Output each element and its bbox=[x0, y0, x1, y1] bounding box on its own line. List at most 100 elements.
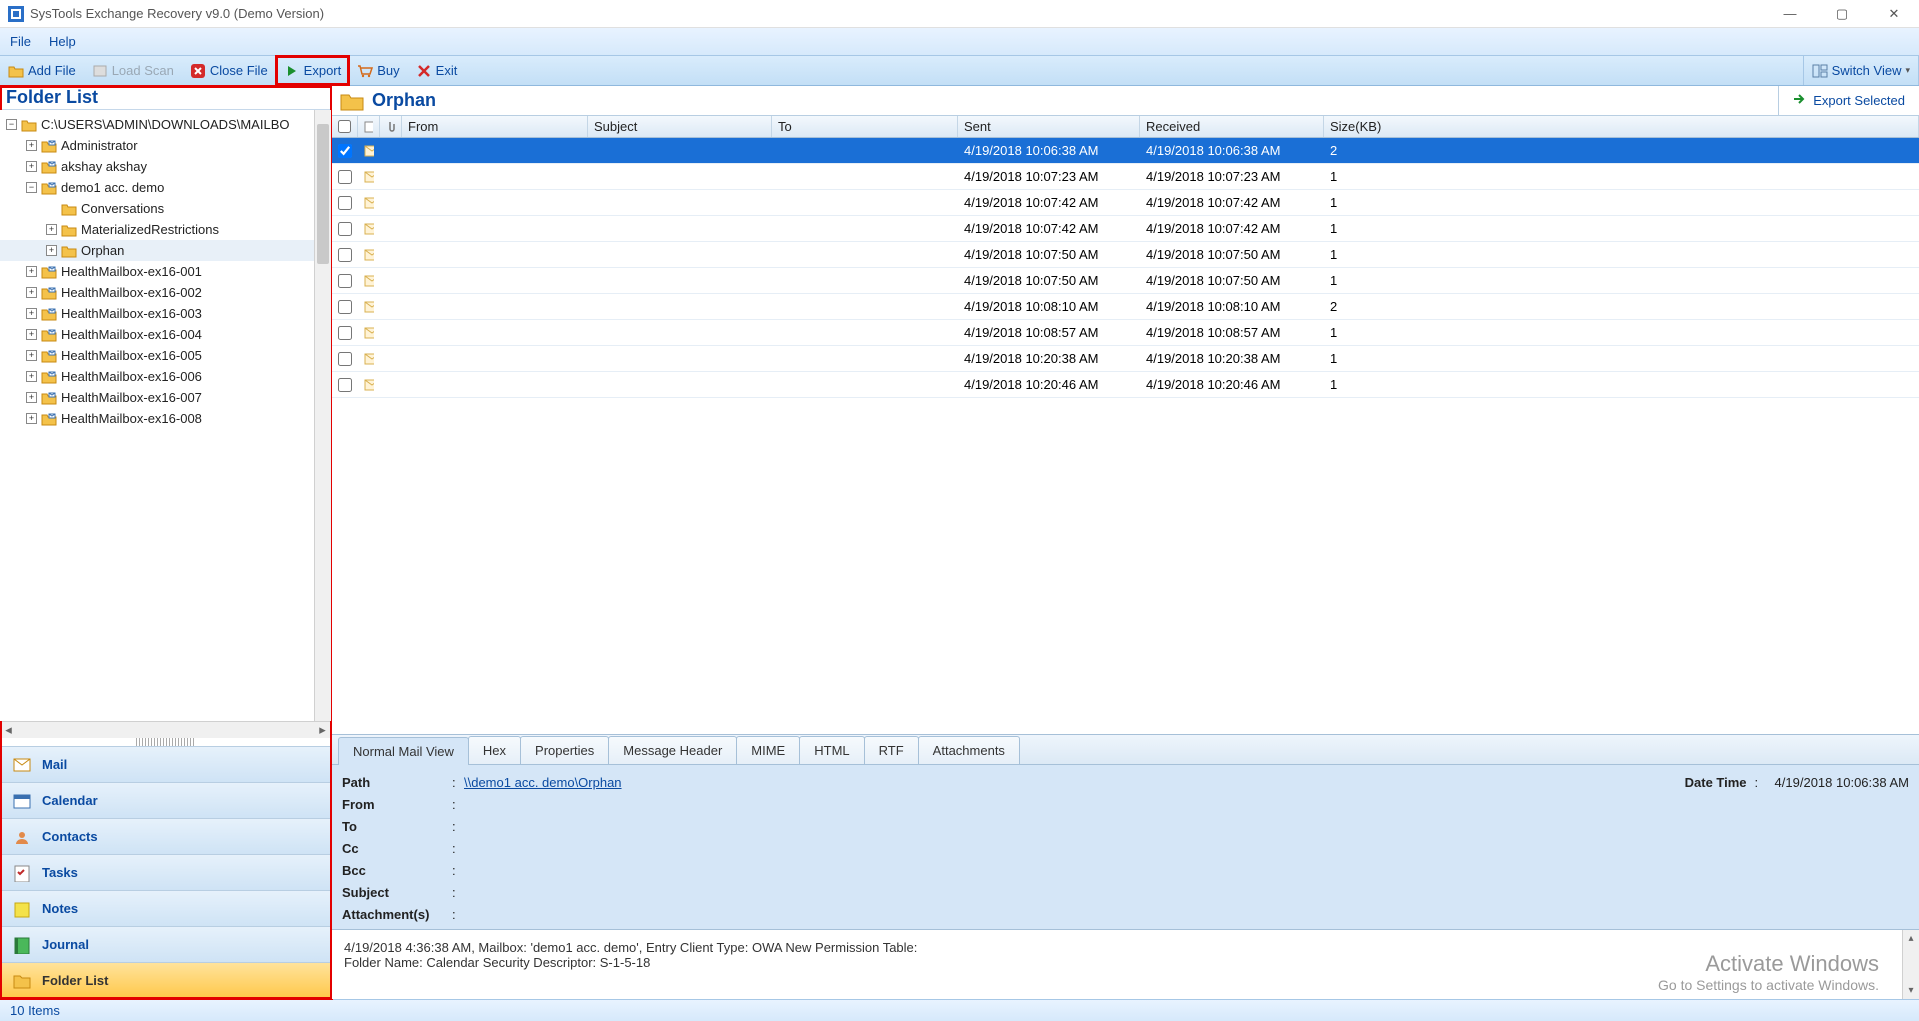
tree-item[interactable]: +HealthMailbox-ex16-005 bbox=[0, 345, 314, 366]
journal-icon bbox=[12, 936, 32, 954]
tree-item[interactable]: +Administrator bbox=[0, 135, 314, 156]
splitter-grip[interactable] bbox=[136, 738, 196, 746]
tree-root[interactable]: −C:\USERS\ADMIN\DOWNLOADS\MAILBO bbox=[0, 114, 314, 135]
cart-icon bbox=[357, 63, 373, 79]
nav-tasks[interactable]: Tasks bbox=[0, 855, 331, 891]
contacts-icon bbox=[12, 828, 32, 846]
nav-notes[interactable]: Notes bbox=[0, 891, 331, 927]
tab-normal-mail-view[interactable]: Normal Mail View bbox=[338, 737, 469, 765]
nav-contacts[interactable]: Contacts bbox=[0, 819, 331, 855]
menu-help[interactable]: Help bbox=[49, 34, 76, 49]
tree-item[interactable]: +HealthMailbox-ex16-008 bbox=[0, 408, 314, 429]
tab-properties[interactable]: Properties bbox=[520, 736, 609, 764]
row-checkbox[interactable] bbox=[338, 170, 352, 184]
tree-item[interactable]: +HealthMailbox-ex16-004 bbox=[0, 324, 314, 345]
mail-icon bbox=[358, 138, 380, 163]
row-checkbox[interactable] bbox=[338, 352, 352, 366]
folder-open-icon bbox=[8, 63, 24, 79]
column-subject[interactable]: Subject bbox=[588, 116, 772, 137]
tree-vertical-scrollbar[interactable] bbox=[314, 110, 331, 721]
mail-icon bbox=[358, 216, 380, 241]
tree-item[interactable]: +MaterializedRestrictions bbox=[0, 219, 314, 240]
column-from[interactable]: From bbox=[402, 116, 588, 137]
datetime-label: Date Time bbox=[1685, 775, 1747, 790]
tab-attachments[interactable]: Attachments bbox=[918, 736, 1020, 764]
row-checkbox[interactable] bbox=[338, 196, 352, 210]
mail-icon bbox=[358, 346, 380, 371]
nav-folderlist[interactable]: Folder List bbox=[0, 963, 331, 999]
table-row[interactable]: 4/19/2018 10:07:42 AM 4/19/2018 10:07:42… bbox=[332, 216, 1919, 242]
window-title: SysTools Exchange Recovery v9.0 (Demo Ve… bbox=[30, 6, 1773, 21]
nav-calendar[interactable]: Calendar bbox=[0, 783, 331, 819]
table-row[interactable]: 4/19/2018 10:06:38 AM 4/19/2018 10:06:38… bbox=[332, 138, 1919, 164]
path-label: Path bbox=[342, 775, 452, 790]
folder-icon bbox=[61, 223, 77, 237]
content-header: Orphan Export Selected bbox=[332, 86, 1919, 116]
tree-item[interactable]: +HealthMailbox-ex16-003 bbox=[0, 303, 314, 324]
preview-tabs: Normal Mail ViewHexPropertiesMessage Hea… bbox=[332, 735, 1919, 765]
row-checkbox[interactable] bbox=[338, 222, 352, 236]
column-icon-read[interactable] bbox=[358, 116, 380, 137]
column-to[interactable]: To bbox=[772, 116, 958, 137]
tree-item[interactable]: Conversations bbox=[0, 198, 314, 219]
maximize-button[interactable]: ▢ bbox=[1825, 4, 1859, 24]
table-row[interactable]: 4/19/2018 10:20:46 AM 4/19/2018 10:20:46… bbox=[332, 372, 1919, 398]
menu-file[interactable]: File bbox=[10, 34, 31, 49]
row-checkbox[interactable] bbox=[338, 144, 352, 158]
table-row[interactable]: 4/19/2018 10:08:57 AM 4/19/2018 10:08:57… bbox=[332, 320, 1919, 346]
column-checkbox[interactable] bbox=[332, 116, 358, 137]
path-link[interactable]: \\demo1 bbox=[464, 775, 511, 790]
mailbox-icon bbox=[41, 307, 57, 321]
tab-hex[interactable]: Hex bbox=[468, 736, 521, 764]
table-row[interactable]: 4/19/2018 10:07:23 AM 4/19/2018 10:07:23… bbox=[332, 164, 1919, 190]
nav-journal[interactable]: Journal bbox=[0, 927, 331, 963]
tree-horizontal-scrollbar[interactable]: ◂▸ bbox=[0, 721, 331, 738]
tree-item[interactable]: +akshay akshay bbox=[0, 156, 314, 177]
tree-item[interactable]: +HealthMailbox-ex16-001 bbox=[0, 261, 314, 282]
tree-item[interactable]: +HealthMailbox-ex16-002 bbox=[0, 282, 314, 303]
exit-button[interactable]: Exit bbox=[408, 56, 466, 85]
column-sent[interactable]: Sent bbox=[958, 116, 1140, 137]
mailbox-icon bbox=[41, 391, 57, 405]
tab-html[interactable]: HTML bbox=[799, 736, 864, 764]
nav-mail[interactable]: Mail bbox=[0, 747, 331, 783]
row-checkbox[interactable] bbox=[338, 378, 352, 392]
tab-message-header[interactable]: Message Header bbox=[608, 736, 737, 764]
row-checkbox[interactable] bbox=[338, 248, 352, 262]
load-scan-button[interactable]: Load Scan bbox=[84, 56, 182, 85]
tab-mime[interactable]: MIME bbox=[736, 736, 800, 764]
row-checkbox[interactable] bbox=[338, 326, 352, 340]
tab-rtf[interactable]: RTF bbox=[864, 736, 919, 764]
folder-tree[interactable]: −C:\USERS\ADMIN\DOWNLOADS\MAILBO+Adminis… bbox=[0, 110, 314, 721]
close-file-button[interactable]: Close File bbox=[182, 56, 276, 85]
mail-icon bbox=[358, 294, 380, 319]
tree-item[interactable]: −demo1 acc. demo bbox=[0, 177, 314, 198]
column-size[interactable]: Size(KB) bbox=[1324, 116, 1919, 137]
minimize-button[interactable]: — bbox=[1773, 4, 1807, 24]
tree-item[interactable]: +HealthMailbox-ex16-007 bbox=[0, 387, 314, 408]
row-checkbox[interactable] bbox=[338, 300, 352, 314]
mail-icon bbox=[358, 268, 380, 293]
grid-header: From Subject To Sent Received Size(KB) bbox=[332, 116, 1919, 138]
close-window-button[interactable]: ✕ bbox=[1877, 4, 1911, 24]
table-row[interactable]: 4/19/2018 10:07:50 AM 4/19/2018 10:07:50… bbox=[332, 242, 1919, 268]
mailbox-icon bbox=[41, 139, 57, 153]
tree-item[interactable]: +HealthMailbox-ex16-006 bbox=[0, 366, 314, 387]
table-row[interactable]: 4/19/2018 10:07:50 AM 4/19/2018 10:07:50… bbox=[332, 268, 1919, 294]
row-checkbox[interactable] bbox=[338, 274, 352, 288]
folder-icon bbox=[61, 202, 77, 216]
export-selected-button[interactable]: Export Selected bbox=[1778, 86, 1919, 115]
tree-item[interactable]: +Orphan bbox=[0, 240, 314, 261]
datetime-value: 4/19/2018 10:06:38 AM bbox=[1775, 775, 1909, 790]
column-icon-attach[interactable] bbox=[380, 116, 402, 137]
table-row[interactable]: 4/19/2018 10:08:10 AM 4/19/2018 10:08:10… bbox=[332, 294, 1919, 320]
table-row[interactable]: 4/19/2018 10:20:38 AM 4/19/2018 10:20:38… bbox=[332, 346, 1919, 372]
column-received[interactable]: Received bbox=[1140, 116, 1324, 137]
body-vertical-scrollbar[interactable]: ▴▾ bbox=[1902, 930, 1919, 999]
table-row[interactable]: 4/19/2018 10:07:42 AM 4/19/2018 10:07:42… bbox=[332, 190, 1919, 216]
export-button[interactable]: Export bbox=[276, 56, 350, 85]
switch-view-button[interactable]: Switch View ▾ bbox=[1803, 56, 1919, 85]
add-file-button[interactable]: Add File bbox=[0, 56, 84, 85]
to-label: To bbox=[342, 819, 452, 834]
buy-button[interactable]: Buy bbox=[349, 56, 407, 85]
